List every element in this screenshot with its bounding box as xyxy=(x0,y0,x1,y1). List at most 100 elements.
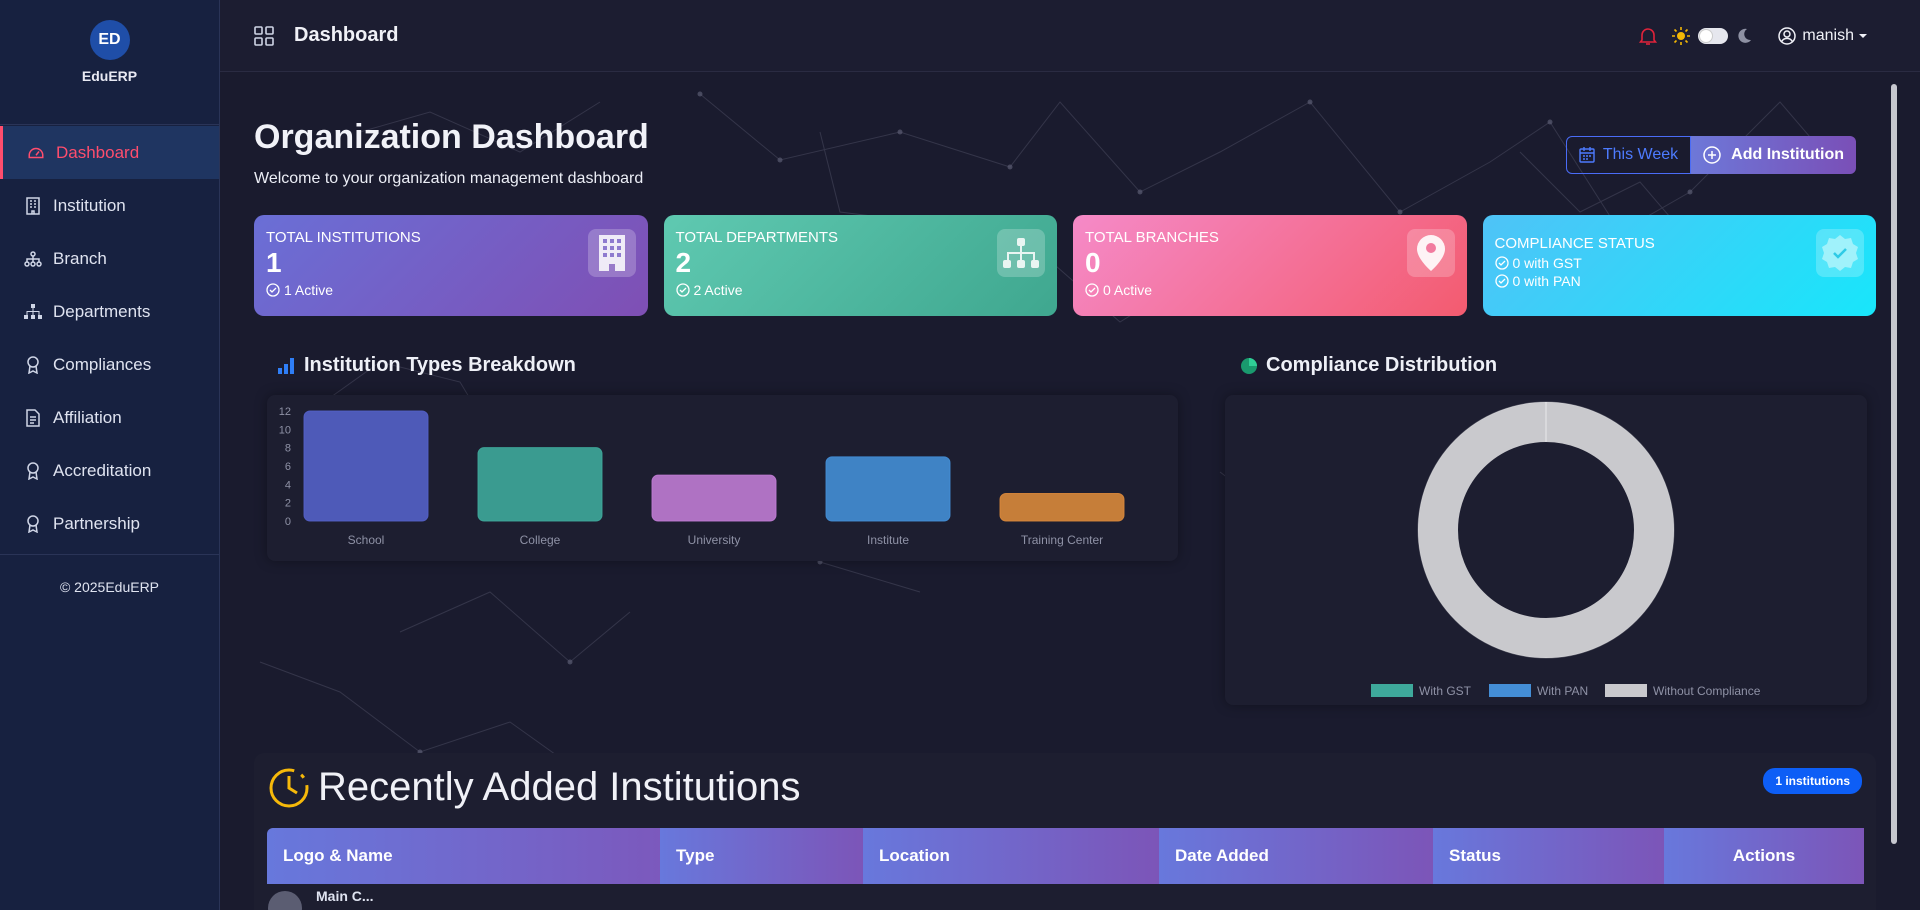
bar[interactable] xyxy=(825,456,951,522)
card-value: 2 xyxy=(675,247,692,278)
dashboard-icon xyxy=(27,144,45,162)
recent-institutions-panel: Recently Added Institutions 1 institutio… xyxy=(254,753,1876,910)
sidebar-item-institution[interactable]: Institution xyxy=(0,179,219,232)
types-chart-panel: 0 2 4 6 8 10 12 School College University Institut… xyxy=(267,395,1178,561)
grid-menu-icon[interactable] xyxy=(254,25,274,46)
y-tick-label: 0 xyxy=(285,516,291,528)
col-location[interactable]: Location xyxy=(863,828,1159,884)
bar[interactable] xyxy=(477,447,603,522)
avatar xyxy=(268,891,302,910)
badge-check-icon xyxy=(1816,229,1864,277)
sun-icon xyxy=(1672,27,1691,45)
card-total-branches[interactable]: TOTAL BRANCHES 0 0 Active xyxy=(1073,215,1467,316)
hierarchy-icon xyxy=(24,303,42,321)
sidebar-item-label: Departments xyxy=(53,301,151,321)
bar-chart-icon xyxy=(278,357,294,374)
legend-label[interactable]: With GST xyxy=(1419,684,1472,698)
sidebar-item-label: Accreditation xyxy=(53,460,152,480)
y-tick-label: 12 xyxy=(279,406,291,418)
calendar-icon xyxy=(1579,147,1595,163)
card-value: 0 xyxy=(1085,247,1101,278)
copyright: © 2025EduERP xyxy=(59,579,160,595)
card-label: TOTAL BRANCHES xyxy=(1085,229,1219,246)
compliance-section-title: Compliance Distribution xyxy=(1240,354,1497,377)
user-icon xyxy=(1778,27,1797,45)
compliance-chart-panel: With GST With PAN Without Compliance xyxy=(1225,395,1867,705)
sidebar-item-accreditation[interactable]: Accreditation xyxy=(0,444,219,497)
bar[interactable] xyxy=(999,493,1125,522)
page-title: Dashboard xyxy=(294,24,399,46)
username: manish xyxy=(1802,27,1854,44)
sidebar-item-label: Partnership xyxy=(53,513,140,533)
card-sub: 0 Active xyxy=(1085,282,1455,298)
legend-label[interactable]: With PAN xyxy=(1537,684,1588,698)
sidebar-item-label: Compliances xyxy=(53,354,152,374)
map-pin-icon xyxy=(1406,229,1455,277)
check-circle-icon xyxy=(1494,274,1509,288)
divider xyxy=(0,554,219,555)
col-status[interactable]: Status xyxy=(1433,828,1664,884)
moon-icon xyxy=(1736,28,1752,44)
card-sub-text: 0 Active xyxy=(1103,282,1153,298)
card-compliance-status[interactable]: COMPLIANCE STATUS 0 with GST 0 with PAN xyxy=(1482,215,1876,316)
user-menu[interactable]: manish xyxy=(1778,27,1874,45)
card-total-departments[interactable]: TOTAL DEPARTMENTS 2 2 Active xyxy=(663,215,1057,316)
table-header: Logo & Name Type Location Date Added Sta… xyxy=(267,828,1864,884)
col-type[interactable]: Type xyxy=(660,828,863,884)
sidebar-item-dashboard[interactable]: Dashboard xyxy=(0,126,219,179)
card-label: COMPLIANCE STATUS xyxy=(1494,235,1655,252)
check-circle-icon xyxy=(1494,256,1509,270)
col-logo-name[interactable]: Logo & Name xyxy=(267,828,660,884)
pie-slice[interactable] xyxy=(1418,402,1674,658)
x-tick-label: University xyxy=(688,533,741,547)
award-icon xyxy=(24,355,42,374)
sidebar-item-affiliation[interactable]: Affiliation xyxy=(0,391,219,444)
this-week-label: This Week xyxy=(1602,146,1679,163)
card-total-institutions[interactable]: TOTAL INSTITUTIONS 1 1 Active xyxy=(254,215,648,316)
sidebar-item-label: Institution xyxy=(53,195,126,215)
award-icon xyxy=(24,461,42,480)
types-bar-chart: 0 2 4 6 8 10 12 School College University Institut… xyxy=(279,406,1125,547)
logo-badge: ED xyxy=(89,20,130,60)
recent-title-text: Recently Added Institutions xyxy=(318,765,801,809)
sidebar-item-departments[interactable]: Departments xyxy=(0,285,219,338)
bar[interactable] xyxy=(303,410,429,522)
col-date-added[interactable]: Date Added xyxy=(1159,828,1433,884)
sidebar-item-compliances[interactable]: Compliances xyxy=(0,338,219,391)
logo[interactable]: ED EduERP xyxy=(0,0,219,125)
stat-cards: TOTAL INSTITUTIONS 1 1 Active TOTAL DEPA… xyxy=(254,215,1876,316)
sidebar-item-branch[interactable]: Branch xyxy=(0,232,219,285)
sidebar-item-partnership[interactable]: Partnership xyxy=(0,497,219,550)
bar[interactable] xyxy=(651,474,777,522)
y-tick-label: 2 xyxy=(285,498,291,510)
card-sub: 1 Active xyxy=(266,282,636,298)
main-content: Organization Dashboard Welcome to your o… xyxy=(220,72,1900,910)
card-sub-pan: 0 with PAN xyxy=(1494,273,1865,289)
pie-chart-icon xyxy=(1241,357,1257,374)
legend-swatch xyxy=(1489,684,1531,697)
scrollbar[interactable] xyxy=(1891,84,1897,844)
x-tick-label: College xyxy=(520,533,561,547)
add-institution-button[interactable]: Add Institution xyxy=(1691,136,1856,174)
bell-icon[interactable] xyxy=(1638,26,1658,46)
sidebar-item-label: Branch xyxy=(53,248,107,268)
topbar: Dashboard manish xyxy=(220,0,1920,72)
sidebar-item-label: Affiliation xyxy=(53,407,122,427)
x-tick-label: School xyxy=(348,533,385,547)
logo-name: EduERP xyxy=(81,68,138,84)
col-actions[interactable]: Actions xyxy=(1664,828,1864,884)
this-week-button[interactable]: This Week xyxy=(1565,136,1692,174)
table-row-name[interactable]: Main C... xyxy=(316,888,374,904)
add-institution-label: Add Institution xyxy=(1731,146,1844,163)
section-title-text: Compliance Distribution xyxy=(1266,354,1498,376)
sidebar-item-label: Dashboard xyxy=(56,142,140,162)
institution-count-badge: 1 institutions xyxy=(1763,768,1862,794)
document-icon xyxy=(24,408,42,427)
legend-label[interactable]: Without Compliance xyxy=(1653,684,1761,698)
theme-toggle[interactable] xyxy=(1698,28,1729,44)
card-value: 1 xyxy=(266,247,282,278)
card-sub-text: 1 Active xyxy=(284,282,334,298)
check-circle-icon xyxy=(266,283,280,297)
dashboard-subtitle: Welcome to your organization management … xyxy=(254,170,644,187)
building-icon xyxy=(24,196,42,215)
